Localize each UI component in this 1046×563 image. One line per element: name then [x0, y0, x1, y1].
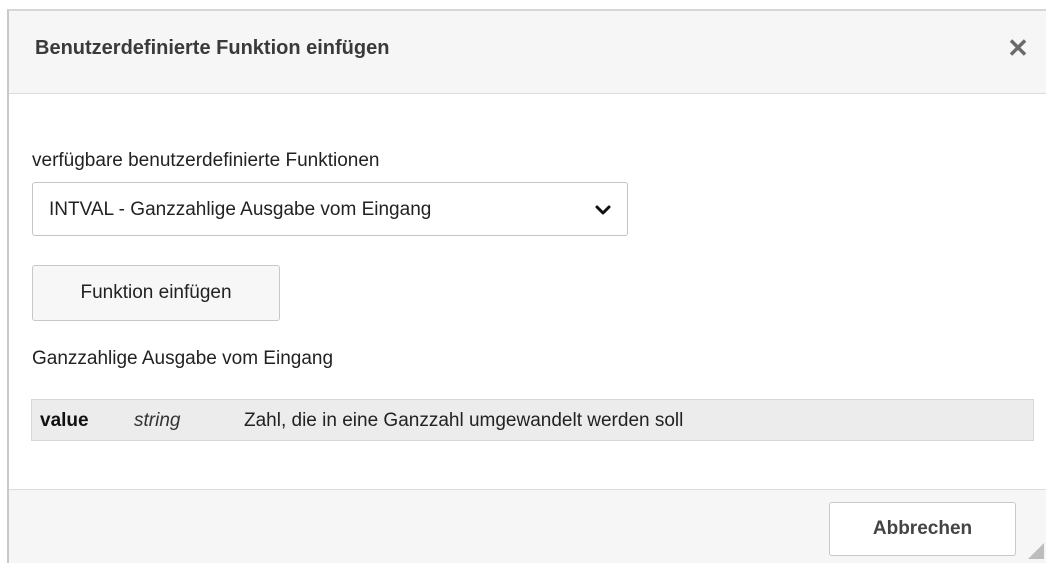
cancel-button[interactable]: Abbrechen — [829, 502, 1016, 556]
parameter-table: value string Zahl, die in eine Ganzzahl … — [31, 399, 1034, 441]
insert-function-button[interactable]: Funktion einfügen — [32, 265, 280, 321]
dialog-title: Benutzerdefinierte Funktion einfügen — [35, 37, 390, 59]
insert-custom-function-dialog: Benutzerdefinierte Funktion einfügen ✕ v… — [7, 9, 1046, 563]
functions-label: verfügbare benutzerdefinierte Funktionen — [32, 150, 380, 171]
chevron-down-icon — [595, 205, 611, 215]
dialog-titlebar: Benutzerdefinierte Funktion einfügen ✕ — [9, 11, 1046, 94]
param-type: string — [134, 410, 181, 431]
function-description: Ganzzahlige Ausgabe vom Eingang — [32, 348, 334, 369]
param-description: Zahl, die in eine Ganzzahl umgewandelt w… — [244, 410, 684, 431]
resize-handle-icon[interactable] — [1028, 543, 1044, 559]
param-name: value — [40, 410, 89, 431]
close-icon[interactable]: ✕ — [1004, 33, 1032, 63]
dialog-footer: Abbrechen — [9, 489, 1046, 563]
function-select[interactable]: INTVAL - Ganzzahlige Ausgabe vom Eingang — [32, 182, 628, 236]
function-select-value: INTVAL - Ganzzahlige Ausgabe vom Eingang — [49, 199, 432, 220]
